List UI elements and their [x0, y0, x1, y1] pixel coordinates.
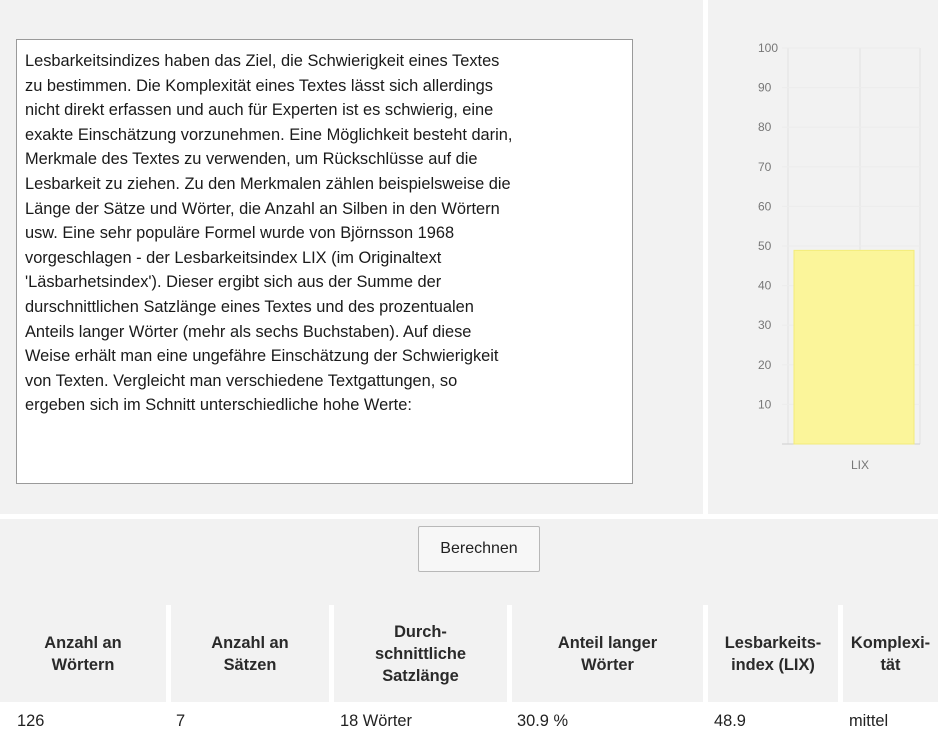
bar-lix	[793, 249, 915, 445]
x-tick-label: LIX	[851, 458, 869, 472]
value-sentence-count: 7	[176, 712, 186, 730]
y-tick-label: 40	[758, 279, 772, 293]
text-input[interactable]: Lesbarkeitsindizes haben das Ziel, die S…	[16, 39, 633, 484]
value-avg-sentence-length: 18 Wörter	[340, 712, 412, 730]
lix-bar-chart: 10 20 30 40 50 60 70 80 90 100 LIX	[758, 41, 921, 472]
chart-panel: 10 20 30 40 50 60 70 80 90 100 LIX	[708, 0, 938, 514]
text-panel: Lesbarkeitsindizes haben das Ziel, die S…	[0, 0, 703, 514]
value-word-count: 126	[17, 712, 45, 730]
y-tick-label: 30	[758, 318, 772, 332]
chart-xlabels: LIX	[851, 458, 869, 472]
y-tick-label: 100	[758, 41, 778, 55]
value-complexity: mittel	[849, 712, 889, 730]
y-tick-label: 80	[758, 120, 772, 134]
header-lix: Lesbarkeits- index (LIX)	[708, 605, 838, 702]
y-tick-label: 10	[758, 397, 772, 411]
y-tick-label: 70	[758, 160, 772, 174]
header-sentence-count: Anzahl an Sätzen	[171, 605, 329, 702]
y-tick-label: 50	[758, 239, 772, 253]
chart-bars	[793, 249, 915, 445]
header-complexity: Komplexi- tät	[843, 605, 938, 702]
results-table: Anzahl an Wörtern Anzahl an Sätzen Durch…	[0, 605, 938, 738]
header-word-count: Anzahl an Wörtern	[0, 605, 166, 702]
calculate-button[interactable]: Berechnen	[418, 526, 540, 572]
header-long-word-share: Anteil langer Wörter	[512, 605, 703, 702]
value-long-word-share: 30.9 %	[517, 712, 569, 730]
header-avg-sentence-length: Durch- schnittliche Satzlänge	[334, 605, 507, 702]
y-tick-label: 90	[758, 81, 772, 95]
y-tick-label: 60	[758, 199, 772, 213]
value-lix: 48.9	[714, 712, 746, 730]
y-tick-label: 20	[758, 358, 772, 372]
chart-ticks: 10 20 30 40 50 60 70 80 90 100	[758, 41, 778, 411]
